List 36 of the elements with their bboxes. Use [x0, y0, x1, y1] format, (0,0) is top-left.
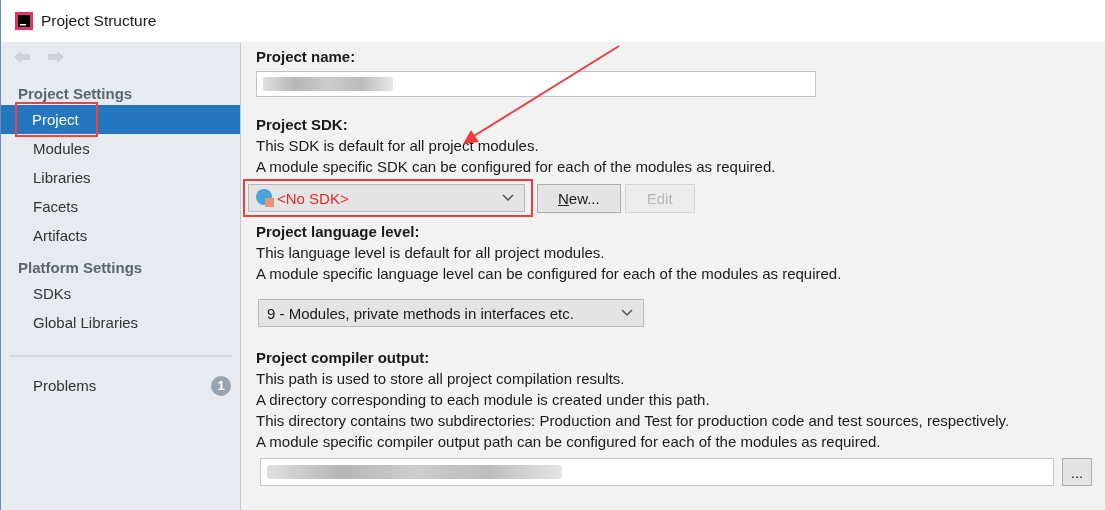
language-level-dropdown[interactable]: 9 - Modules, private methods in interfaces etc. — [258, 299, 644, 327]
back-arrow-icon[interactable] — [13, 50, 31, 64]
window-title: Project Structure — [41, 12, 157, 30]
description-text: This SDK is default for all project modules. — [256, 136, 540, 156]
forward-arrow-icon[interactable] — [47, 50, 65, 64]
field-label: Project name: — [256, 47, 357, 67]
sidebar-item[interactable]: Problems 1 — [1, 371, 240, 400]
field-label: Project language level: — [256, 222, 421, 242]
description-text: A module specific language level can be configured for each of the modules as required. — [256, 264, 843, 284]
sidebar-item[interactable]: Modules — [1, 134, 240, 163]
description-text: A module specific SDK can be configured for each of the modules as required. — [256, 157, 777, 177]
description-text: A module specific compiler output path can be configured for each of the modules as required. — [256, 432, 882, 452]
sidebar-item[interactable]: SDKs — [1, 279, 240, 308]
field-label: Project compiler output: — [256, 348, 431, 368]
chevron-down-icon — [502, 194, 514, 202]
sdk-globe-icon — [255, 188, 275, 208]
sidebar-item[interactable]: Global Libraries — [1, 308, 240, 337]
app-logo-icon — [15, 12, 33, 30]
sidebar-item[interactable]: Project — [1, 105, 240, 134]
description-text: This path is used to store all project compilation results. — [256, 369, 626, 389]
browse-button[interactable]: ... — [1062, 458, 1092, 486]
sidebar-item[interactable]: Facets — [1, 192, 240, 221]
field-label: Project SDK: — [256, 115, 349, 135]
chevron-down-icon — [621, 309, 633, 317]
sidebar-item[interactable]: Artifacts — [1, 221, 240, 250]
description-text: A directory corresponding to each module is created under this path. — [256, 390, 711, 410]
description-text: This language level is default for all project modules. — [256, 243, 606, 263]
project-name-field[interactable] — [256, 71, 816, 97]
sdk-dropdown[interactable]: <No SDK> — [248, 184, 525, 212]
count-badge: 1 — [211, 375, 231, 396]
sidebar-item[interactable]: Libraries — [1, 163, 240, 192]
output-path-field[interactable] — [260, 458, 1054, 486]
sidebar-heading: Platform Settings — [17, 258, 144, 278]
sidebar-heading: Project Settings — [17, 84, 134, 104]
description-text: This directory contains two subdirectories: Production and Test for production code and test sources, respectively. — [256, 411, 1011, 431]
new-button[interactable]: New... — [537, 183, 621, 213]
